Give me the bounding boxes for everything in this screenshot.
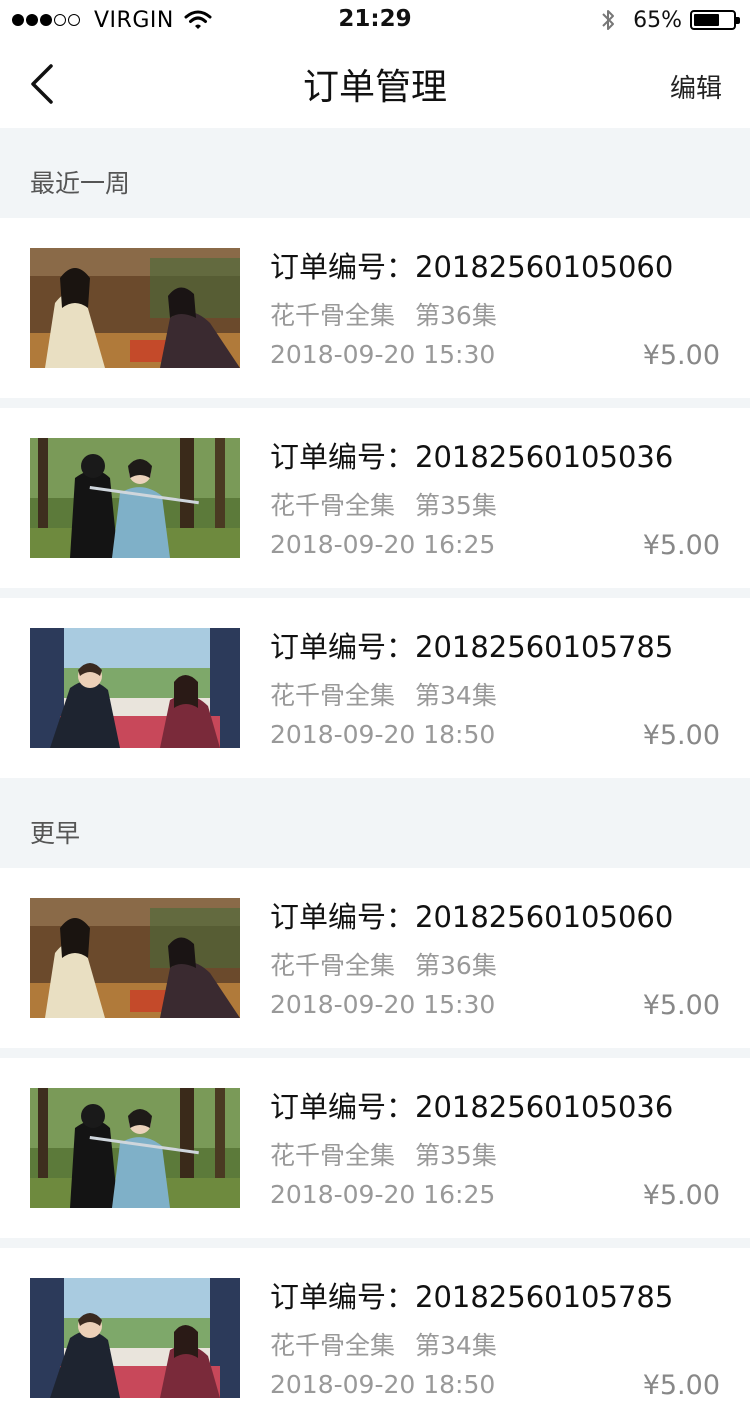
section-header-recent-week: 最近一周 <box>0 128 750 218</box>
page-title: 订单管理 <box>302 67 447 108</box>
episode-label: 第34集 <box>415 1331 497 1360</box>
episode-label: 第36集 <box>415 301 497 330</box>
order-row[interactable]: 订单编号：20182560105036 花千骨全集 第35集 2018-09-20… <box>0 408 750 588</box>
order-series: 花千骨全集 第36集 <box>270 296 497 332</box>
order-row[interactable]: 订单编号：20182560105785 花千骨全集 第34集 2018-09-20… <box>0 1248 750 1428</box>
order-price: ¥5.00 <box>642 720 720 751</box>
order-number: 订单编号：20182560105036 <box>270 1090 674 1124</box>
order-number: 订单编号：20182560105785 <box>270 630 674 664</box>
battery-percent: 65% <box>633 7 682 33</box>
episode-thumbnail <box>30 1088 240 1208</box>
order-series: 花千骨全集 第36集 <box>270 946 497 982</box>
edit-button[interactable]: 编辑 <box>670 68 722 105</box>
nav-bar: 订单管理 编辑 <box>0 40 750 128</box>
episode-label: 第34集 <box>415 681 497 710</box>
bluetooth-icon <box>602 10 615 30</box>
episode-thumbnail <box>30 628 240 748</box>
order-datetime: 2018-09-20 16:25 <box>270 530 496 559</box>
order-datetime: 2018-09-20 18:50 <box>270 1370 496 1399</box>
battery-icon <box>690 10 740 30</box>
series-name: 花千骨全集 <box>270 301 396 330</box>
order-price: ¥5.00 <box>642 340 720 371</box>
order-number: 订单编号：20182560105060 <box>270 250 674 284</box>
order-price: ¥5.00 <box>642 1180 720 1211</box>
order-series: 花千骨全集 第34集 <box>270 1326 497 1362</box>
order-series: 花千骨全集 第34集 <box>270 676 497 712</box>
order-datetime: 2018-09-20 18:50 <box>270 720 496 749</box>
order-datetime: 2018-09-20 16:25 <box>270 1180 496 1209</box>
order-price: ¥5.00 <box>642 530 720 561</box>
order-number: 订单编号：20182560105036 <box>270 440 674 474</box>
episode-label: 第35集 <box>415 491 497 520</box>
order-row[interactable]: 订单编号：20182560105785 花千骨全集 第34集 2018-09-20… <box>0 598 750 778</box>
order-number: 订单编号：20182560105060 <box>270 900 674 934</box>
episode-thumbnail <box>30 898 240 1018</box>
order-row[interactable]: 订单编号：20182560105060 花千骨全集 第36集 2018-09-20… <box>0 868 750 1048</box>
status-bar: VIRGIN 21:29 65% <box>0 0 750 40</box>
order-series: 花千骨全集 第35集 <box>270 1136 497 1172</box>
episode-label: 第36集 <box>415 951 497 980</box>
order-datetime: 2018-09-20 15:30 <box>270 340 496 369</box>
order-datetime: 2018-09-20 15:30 <box>270 990 496 1019</box>
order-number: 订单编号：20182560105785 <box>270 1280 674 1314</box>
order-price: ¥5.00 <box>642 990 720 1021</box>
order-row[interactable]: 订单编号：20182560105036 花千骨全集 第35集 2018-09-20… <box>0 1058 750 1238</box>
series-name: 花千骨全集 <box>270 491 396 520</box>
order-row[interactable]: 订单编号：20182560105060 花千骨全集 第36集 2018-09-20… <box>0 218 750 398</box>
status-right: 65% <box>599 6 740 34</box>
section-title: 更早 <box>30 819 81 848</box>
section-header-earlier: 更早 <box>0 778 750 868</box>
series-name: 花千骨全集 <box>270 951 396 980</box>
order-series: 花千骨全集 第35集 <box>270 486 497 522</box>
episode-thumbnail <box>30 1278 240 1398</box>
episode-thumbnail <box>30 248 240 368</box>
series-name: 花千骨全集 <box>270 681 396 710</box>
series-name: 花千骨全集 <box>270 1141 396 1170</box>
section-title: 最近一周 <box>30 169 131 198</box>
order-price: ¥5.00 <box>642 1370 720 1401</box>
episode-thumbnail <box>30 438 240 558</box>
episode-label: 第35集 <box>415 1141 497 1170</box>
series-name: 花千骨全集 <box>270 1331 396 1360</box>
